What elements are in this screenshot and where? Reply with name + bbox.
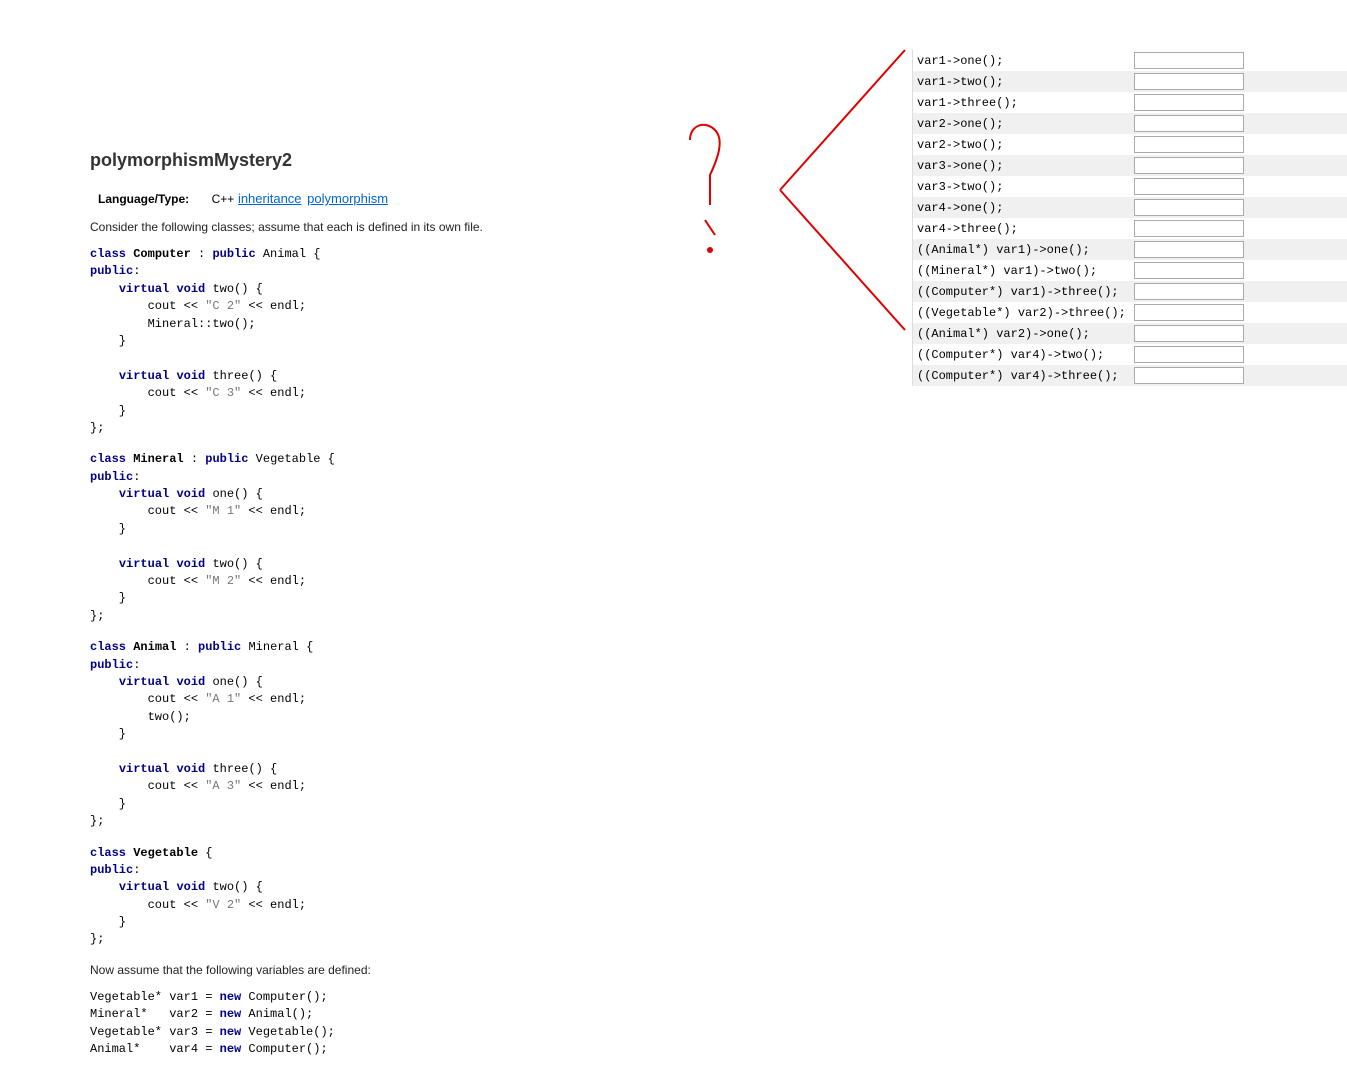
answer-input[interactable]: [1134, 262, 1244, 279]
answer-input[interactable]: [1134, 367, 1244, 384]
answer-row: var1->two();: [913, 71, 1347, 92]
answer-input-cell: [1130, 365, 1347, 386]
answer-row: ((Computer*) var4)->two();: [913, 344, 1347, 365]
answer-input[interactable]: [1134, 178, 1244, 195]
answer-input-cell: [1130, 197, 1347, 218]
answer-input-cell: [1130, 218, 1347, 239]
problem-description-2: Now assume that the following variables …: [90, 963, 790, 977]
answer-call: var1->three();: [913, 92, 1130, 113]
answer-input-cell: [1130, 302, 1347, 323]
answer-input-cell: [1130, 281, 1347, 302]
answer-call: var1->two();: [913, 71, 1130, 92]
answer-call: ((Mineral*) var1)->two();: [913, 260, 1130, 281]
main-content: polymorphismMystery2 Language/Type: C++ …: [90, 150, 790, 1072]
answer-input-cell: [1130, 113, 1347, 134]
code-vars: Vegetable* var1 = new Computer(); Minera…: [90, 989, 790, 1059]
answer-input[interactable]: [1134, 94, 1244, 111]
answer-call: ((Computer*) var1)->three();: [913, 281, 1130, 302]
answer-input-cell: [1130, 92, 1347, 113]
answer-row: var1->one();: [913, 50, 1347, 71]
answer-row: ((Mineral*) var1)->two();: [913, 260, 1347, 281]
problem-description: Consider the following classes; assume t…: [90, 220, 790, 234]
answer-row: var4->one();: [913, 197, 1347, 218]
tag-polymorphism-link[interactable]: polymorphism: [307, 191, 388, 206]
answer-row: var2->two();: [913, 134, 1347, 155]
code-animal: class Animal : public Mineral { public: …: [90, 639, 790, 830]
code-vegetable: class Vegetable { public: virtual void t…: [90, 845, 790, 949]
answer-row: var4->three();: [913, 218, 1347, 239]
answer-call: ((Computer*) var4)->two();: [913, 344, 1130, 365]
answer-row: ((Computer*) var4)->three();: [913, 365, 1347, 386]
answer-call: var2->two();: [913, 134, 1130, 155]
answer-call: var4->one();: [913, 197, 1130, 218]
answer-input-cell: [1130, 176, 1347, 197]
answer-row: ((Computer*) var1)->three();: [913, 281, 1347, 302]
answer-row: var3->one();: [913, 155, 1347, 176]
answer-call: var3->one();: [913, 155, 1130, 176]
answer-input-cell: [1130, 50, 1347, 71]
answer-input[interactable]: [1134, 115, 1244, 132]
answer-call: ((Animal*) var1)->one();: [913, 239, 1130, 260]
answer-row: ((Vegetable*) var2)->three();: [913, 302, 1347, 323]
answer-input[interactable]: [1134, 199, 1244, 216]
tag-inheritance-link[interactable]: inheritance: [238, 191, 302, 206]
answer-row: ((Animal*) var1)->one();: [913, 239, 1347, 260]
answer-input-cell: [1130, 134, 1347, 155]
answer-input[interactable]: [1134, 52, 1244, 69]
meta-row: Language/Type: C++ inheritance polymorph…: [90, 187, 790, 210]
answer-input-cell: [1130, 260, 1347, 281]
answer-call: ((Computer*) var4)->three();: [913, 365, 1130, 386]
answer-call: ((Animal*) var2)->one();: [913, 323, 1130, 344]
code-computer: class Computer : public Animal { public:…: [90, 246, 790, 437]
answer-call: var3->two();: [913, 176, 1130, 197]
answer-input[interactable]: [1134, 136, 1244, 153]
answer-input[interactable]: [1134, 157, 1244, 174]
answer-input[interactable]: [1134, 346, 1244, 363]
answer-row: ((Animal*) var2)->one();: [913, 323, 1347, 344]
answer-row: var3->two();: [913, 176, 1347, 197]
answer-input-cell: [1130, 323, 1347, 344]
answer-input[interactable]: [1134, 283, 1244, 300]
answer-input[interactable]: [1134, 325, 1244, 342]
meta-language: C++: [212, 192, 235, 206]
answer-row: var1->three();: [913, 92, 1347, 113]
answer-call: var1->one();: [913, 50, 1130, 71]
answer-input[interactable]: [1134, 220, 1244, 237]
answer-table: var1->one();var1->two();var1->three();va…: [913, 50, 1347, 386]
answer-call: var4->three();: [913, 218, 1130, 239]
answer-call: ((Vegetable*) var2)->three();: [913, 302, 1130, 323]
answer-call: var2->one();: [913, 113, 1130, 134]
answer-input-cell: [1130, 344, 1347, 365]
answer-input-cell: [1130, 239, 1347, 260]
answer-panel: var1->one();var1->two();var1->three();va…: [912, 50, 1347, 386]
answer-input-cell: [1130, 71, 1347, 92]
answer-input[interactable]: [1134, 304, 1244, 321]
meta-label: Language/Type:: [98, 192, 208, 206]
answer-input[interactable]: [1134, 73, 1244, 90]
answer-row: var2->one();: [913, 113, 1347, 134]
code-mineral: class Mineral : public Vegetable { publi…: [90, 451, 790, 625]
answer-input-cell: [1130, 155, 1347, 176]
problem-title: polymorphismMystery2: [90, 150, 790, 171]
answer-input[interactable]: [1134, 241, 1244, 258]
